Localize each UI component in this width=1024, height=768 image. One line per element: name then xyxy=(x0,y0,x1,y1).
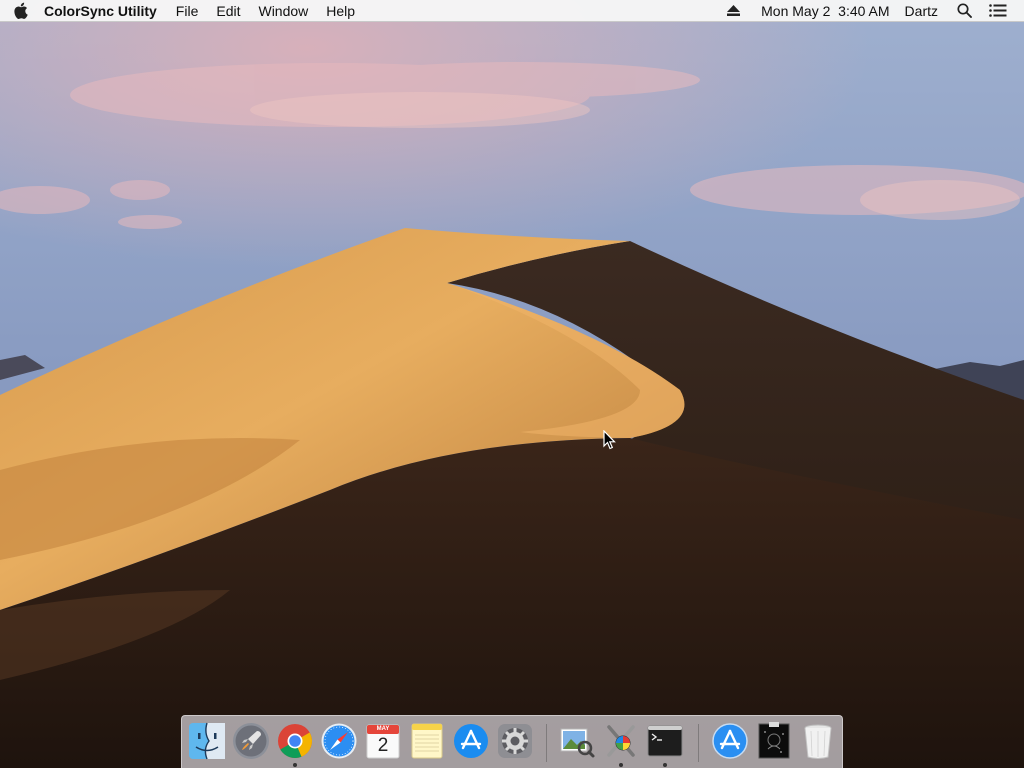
calendar-icon[interactable]: MAY 2 xyxy=(363,721,403,761)
chrome-icon[interactable] xyxy=(275,721,315,761)
calendar-month: MAY xyxy=(376,726,390,732)
menu-edit[interactable]: Edit xyxy=(207,0,249,22)
calendar-day: 2 xyxy=(377,735,389,756)
apple-logo-icon xyxy=(13,2,28,19)
desktop-wallpaper xyxy=(0,0,1024,768)
gear-icon[interactable] xyxy=(495,721,535,761)
menu-file[interactable]: File xyxy=(167,0,208,22)
running-indicator xyxy=(293,763,297,767)
safari-compass-icon[interactable] xyxy=(319,721,359,761)
app-store-download-icon[interactable] xyxy=(710,721,750,761)
dock-separator xyxy=(546,724,547,762)
colorsync-utility-icon[interactable] xyxy=(601,721,641,761)
dock: MAY 2 xyxy=(181,715,843,768)
spotlight-search-icon xyxy=(957,3,972,18)
notes-icon[interactable] xyxy=(407,721,447,761)
dock-separator xyxy=(698,724,699,762)
eject-icon xyxy=(727,5,741,16)
notification-center-menu[interactable] xyxy=(979,4,1014,17)
apple-menu[interactable] xyxy=(0,0,40,22)
app-store-icon[interactable] xyxy=(451,721,491,761)
mojave-dune-wallpaper xyxy=(0,0,1024,768)
menu-app-name[interactable]: ColorSync Utility xyxy=(40,0,167,22)
trash-icon[interactable] xyxy=(798,721,838,761)
eject-menu[interactable] xyxy=(720,5,747,16)
document-thumbnail-icon[interactable] xyxy=(754,721,794,761)
running-indicator xyxy=(663,763,667,767)
menu-window[interactable]: Window xyxy=(249,0,317,22)
menu-bar: ColorSync Utility File Edit Window Help … xyxy=(0,0,1024,22)
running-indicator xyxy=(619,763,623,767)
finder-icon[interactable] xyxy=(187,721,227,761)
launchpad-rocket-icon[interactable] xyxy=(231,721,271,761)
menu-clock[interactable]: Mon May 2 3:40 AM xyxy=(747,0,897,22)
menu-help[interactable]: Help xyxy=(317,0,364,22)
spotlight-menu[interactable] xyxy=(945,3,979,18)
notification-center-icon xyxy=(989,4,1007,17)
terminal-icon[interactable] xyxy=(645,721,685,761)
mouse-pointer-icon xyxy=(603,430,616,450)
menu-user[interactable]: Dartz xyxy=(898,0,945,22)
preview-icon[interactable] xyxy=(557,721,597,761)
